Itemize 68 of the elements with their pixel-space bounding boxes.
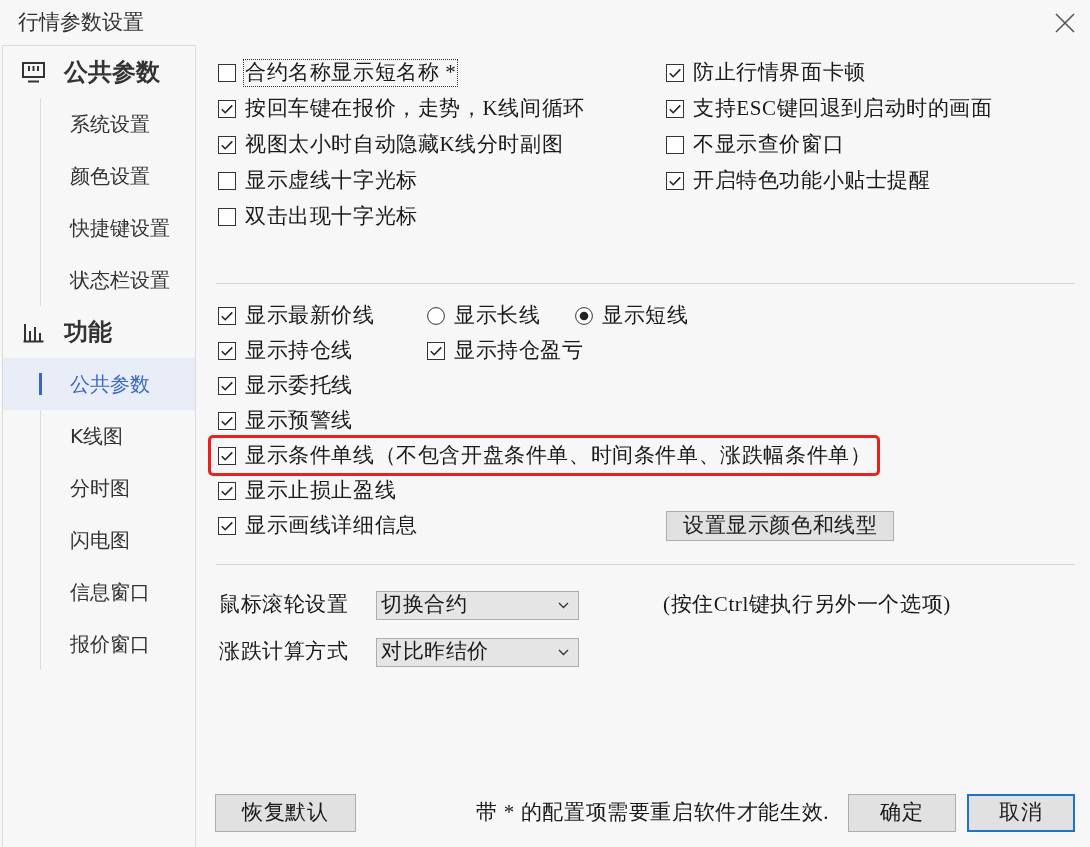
checkbox-label[interactable]: 显示止损止盈线 <box>244 477 398 504</box>
checkbox[interactable] <box>218 306 236 325</box>
checkbox-label[interactable]: 按回车键在报价，走势，K线间循环 <box>244 96 586 122</box>
sidebar-item[interactable]: 系统设置 <box>3 98 195 150</box>
checkbox-label[interactable]: 显示画线详细信息 <box>244 512 419 539</box>
checkbox-label[interactable]: 不显示查价窗口 <box>692 132 846 158</box>
dropdown[interactable]: 对比昨结价 <box>376 637 579 667</box>
checkbox[interactable] <box>218 208 236 226</box>
checkbox-label[interactable]: 视图太小时自动隐藏K线分时副图 <box>244 132 565 158</box>
window-title: 行情参数设置 <box>18 9 144 36</box>
checkbox[interactable] <box>666 172 684 190</box>
radio-label[interactable]: 显示短线 <box>601 302 690 329</box>
field-label: 鼠标滚轮设置 <box>218 592 350 618</box>
sidebar-item[interactable]: 状态栏设置 <box>3 254 195 306</box>
checkbox-label[interactable]: 开启特色功能小贴士提醒 <box>692 168 932 194</box>
checkbox-label[interactable]: 显示预警线 <box>244 407 354 434</box>
checkbox-label[interactable]: 显示持仓盈亏 <box>453 337 585 364</box>
checkbox-label[interactable]: 显示持仓线 <box>244 337 354 364</box>
chevron-down-icon <box>558 601 569 609</box>
cancel-button[interactable]: 取消 <box>967 794 1075 832</box>
monitor-icon <box>22 61 45 83</box>
checkbox[interactable] <box>218 341 236 360</box>
checkbox-label[interactable]: 支持ESC键回退到启动时的画面 <box>692 96 994 122</box>
close-button[interactable] <box>1054 11 1076 34</box>
checkbox[interactable] <box>218 376 236 395</box>
sidebar-group-title[interactable]: 公共参数 <box>64 57 160 87</box>
ok-button[interactable]: 确定 <box>848 794 956 832</box>
sidebar-item[interactable]: 报价窗口 <box>3 618 195 670</box>
reset-button[interactable]: 恢复默认 <box>215 794 356 832</box>
radio-button[interactable] <box>427 306 445 325</box>
checkbox-label[interactable]: 显示最新价线 <box>244 302 376 329</box>
dropdown[interactable]: 切换合约 <box>376 590 579 620</box>
sidebar-item[interactable]: 颜色设置 <box>3 150 195 202</box>
checkbox[interactable] <box>218 481 236 500</box>
checkbox[interactable] <box>218 100 236 118</box>
settings-button[interactable]: 设置显示颜色和线型 <box>666 510 895 541</box>
checkbox-label[interactable]: 双击出现十字光标 <box>244 204 419 230</box>
checkbox[interactable] <box>666 64 684 82</box>
close-icon <box>1054 11 1076 34</box>
checkbox[interactable] <box>218 64 236 82</box>
checkbox-label[interactable]: 显示虚线十字光标 <box>244 168 419 194</box>
restart-notice: 带 * 的配置项需要重启软件才能生效. <box>476 800 829 826</box>
sidebar-item[interactable]: 公共参数 <box>3 358 195 410</box>
bar-chart-icon <box>22 321 45 343</box>
hint-text: (按住Ctrl键执行另外一个选项) <box>663 592 951 618</box>
chevron-down-icon <box>558 648 569 656</box>
sidebar-group-title[interactable]: 功能 <box>64 317 112 347</box>
sidebar-item[interactable]: 闪电图 <box>3 514 195 566</box>
sidebar-item[interactable]: 信息窗口 <box>3 566 195 618</box>
radio-label[interactable]: 显示长线 <box>453 302 542 329</box>
checkbox[interactable] <box>218 136 236 154</box>
checkbox[interactable] <box>218 172 236 190</box>
radio-button[interactable] <box>575 306 593 325</box>
selection-marker-icon <box>39 373 42 395</box>
checkbox[interactable] <box>666 136 684 154</box>
checkbox-label[interactable]: 显示条件单线（不包含开盘条件单、时间条件单、涨跌幅条件单） <box>244 442 873 469</box>
checkbox[interactable] <box>218 411 236 430</box>
checkbox[interactable] <box>218 516 236 535</box>
field-label: 涨跌计算方式 <box>218 639 350 665</box>
sidebar-item[interactable]: K线图 <box>3 410 195 462</box>
checkbox[interactable] <box>427 341 445 360</box>
checkbox[interactable] <box>218 446 236 465</box>
checkbox-label[interactable]: 防止行情界面卡顿 <box>692 60 867 86</box>
sidebar-item[interactable]: 分时图 <box>3 462 195 514</box>
checkbox[interactable] <box>666 100 684 118</box>
checkbox-label[interactable]: 显示委托线 <box>244 372 354 399</box>
sidebar-item[interactable]: 快捷键设置 <box>3 202 195 254</box>
checkbox-label[interactable]: 合约名称显示短名称 * <box>244 60 458 86</box>
